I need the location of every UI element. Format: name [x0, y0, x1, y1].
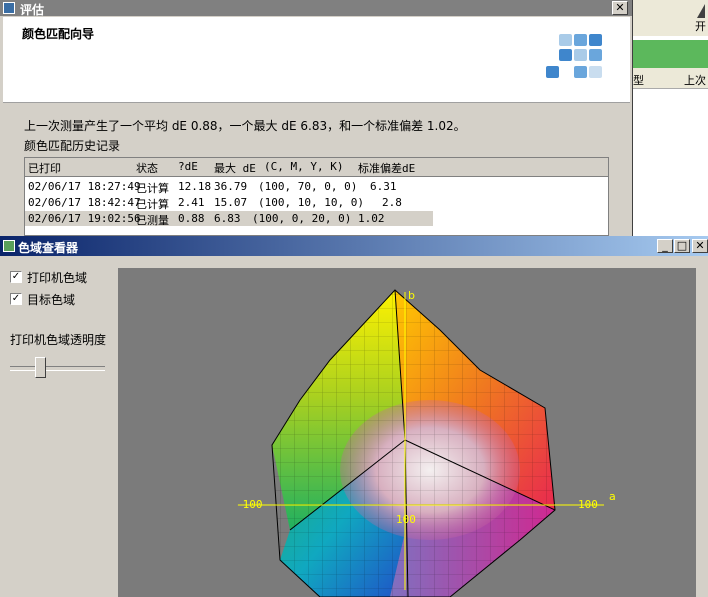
printer-gamut-checkbox[interactable]: ✓ [10, 271, 22, 283]
gamut-solid[interactable] [118, 268, 696, 597]
cell-cmyk: (100, 10, 10, 0) [258, 196, 364, 209]
target-gamut-checkbox[interactable]: ✓ [10, 293, 22, 305]
cell-printed: 02/06/17 19:02:56 [28, 212, 141, 225]
column-cmyk[interactable]: (C, M, Y, K) [264, 160, 343, 173]
close-icon[interactable]: ✕ [612, 1, 628, 15]
transparency-slider-track[interactable] [10, 366, 105, 371]
table-row[interactable]: 02/06/17 18:42:47 已计算 2.41 15.07 (100, 1… [25, 195, 433, 211]
evaluation-titlebar[interactable] [0, 0, 632, 16]
a-axis-label: a [609, 490, 616, 503]
cell-max: 15.07 [214, 196, 248, 209]
toolbar-button-label[interactable]: 开 [695, 18, 706, 34]
column-de[interactable]: ?dE [178, 160, 198, 173]
cell-de: 2.41 [178, 196, 205, 209]
column-header-last[interactable]: 上次 [684, 72, 706, 88]
column-max-de[interactable]: 最大 dE [214, 160, 256, 176]
column-status[interactable]: 状态 [136, 160, 158, 176]
cell-de: 0.88 [178, 212, 205, 225]
evaluation-title: 评估 [20, 3, 45, 17]
viewer-title: 色域查看器 [18, 241, 79, 255]
target-gamut-label[interactable]: 目标色域 [27, 291, 75, 308]
wizard-logo-icon [546, 34, 602, 78]
transparency-label: 打印机色域透明度 [10, 333, 107, 347]
toolbar-icon [697, 4, 705, 18]
background-window [632, 0, 708, 240]
cell-cmyk: (100, 0, 20, 0) [252, 212, 352, 225]
minimize-icon[interactable]: _ [657, 239, 673, 253]
table-header: 已打印 状态 ?dE 最大 dE (C, M, Y, K) 标准偏差dE [25, 158, 608, 177]
cell-max: 36.79 [214, 180, 248, 193]
history-table[interactable]: 已打印 状态 ?dE 最大 dE (C, M, Y, K) 标准偏差dE 02/… [24, 157, 609, 236]
table-row[interactable]: 02/06/17 18:27:49 已计算 12.18 36.79 (100, … [25, 179, 433, 195]
pos-a-tick-label: 100 [578, 498, 598, 511]
app-icon [3, 240, 15, 252]
background-column-headers: 型 上次 [633, 68, 708, 89]
cell-printed: 02/06/17 18:27:49 [28, 180, 141, 193]
cell-max: 6.83 [214, 212, 241, 225]
transparency-slider-thumb[interactable] [35, 357, 47, 378]
gamut-3d-view[interactable]: b a -100 100 100 [118, 268, 696, 597]
wizard-title: 颜色匹配向导 [22, 27, 95, 41]
cell-status: 已计算 [136, 198, 169, 211]
column-std-de[interactable]: 标准偏差dE [358, 160, 415, 176]
center-tick-label: 100 [396, 513, 416, 526]
cell-std: 1.02 [358, 212, 385, 225]
app-icon [3, 2, 15, 14]
b-axis-label: b [408, 289, 415, 302]
close-icon[interactable]: ✕ [692, 239, 708, 253]
history-label: 颜色匹配历史记录 [24, 139, 121, 153]
cell-de: 12.18 [178, 180, 212, 193]
viewer-titlebar[interactable] [0, 236, 708, 256]
background-banner [633, 40, 708, 68]
wizard-header [3, 17, 630, 103]
cell-cmyk: (100, 70, 0, 0) [258, 180, 358, 193]
table-row-selected[interactable]: 02/06/17 19:02:56 已测量 0.88 6.83 (100, 0,… [25, 211, 433, 227]
column-printed[interactable]: 已打印 [28, 160, 61, 176]
column-header-type[interactable]: 型 [633, 72, 644, 88]
cell-status: 已计算 [136, 182, 169, 195]
cell-printed: 02/06/17 18:42:47 [28, 196, 141, 209]
neg-a-tick-label: -100 [236, 498, 263, 511]
cell-std: 6.31 [370, 180, 397, 193]
maximize-icon[interactable]: □ [674, 239, 690, 253]
background-toolbar: 开 [633, 0, 708, 36]
cell-status: 已测量 [136, 214, 169, 227]
printer-gamut-label[interactable]: 打印机色域 [27, 269, 87, 286]
measurement-summary: 上一次测量产生了一个平均 dE 0.88，一个最大 dE 6.83，和一个标准偏… [24, 119, 466, 133]
cell-std: 2.8 [382, 196, 402, 209]
